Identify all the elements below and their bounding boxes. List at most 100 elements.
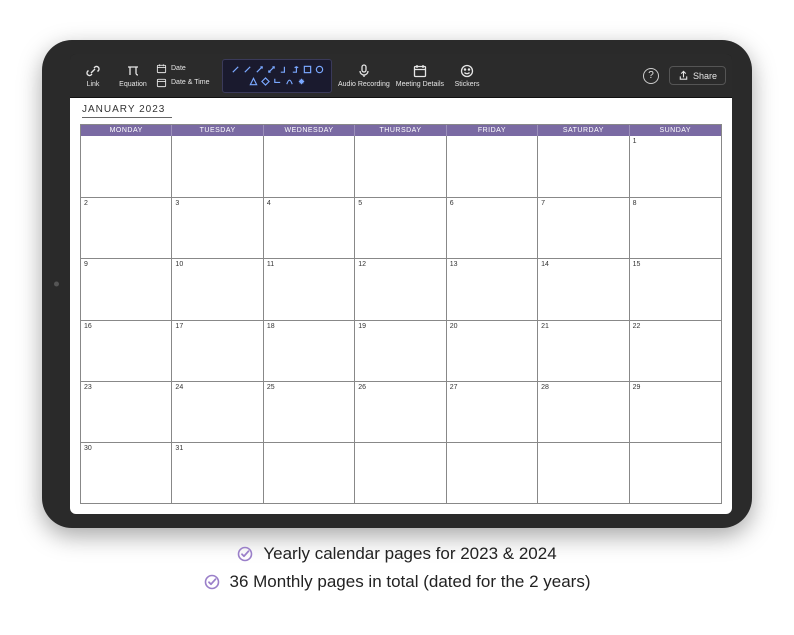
calendar-cell[interactable] [447, 136, 538, 197]
calendar-cell[interactable] [264, 442, 355, 503]
date-number: 19 [358, 323, 366, 330]
page-title: JANUARY 2023 [82, 104, 172, 118]
calendar-cell[interactable]: 21 [538, 320, 629, 381]
shape-line-icon [231, 65, 240, 74]
calendar-cell[interactable]: 11 [264, 258, 355, 319]
share-button[interactable]: Share [669, 66, 726, 85]
equation-label: Equation [119, 81, 147, 88]
calendar-cell[interactable]: 14 [538, 258, 629, 319]
date-time-button[interactable]: Date & Time [156, 77, 210, 88]
calendar: MONDAYTUESDAYWEDNESDAYTHURSDAYFRIDAYSATU… [80, 124, 722, 504]
calendar-cell[interactable] [447, 442, 538, 503]
date-number: 22 [633, 323, 641, 330]
calendar-cell[interactable]: 28 [538, 381, 629, 442]
calendar-cell[interactable]: 16 [81, 320, 172, 381]
date-number: 10 [175, 261, 183, 268]
audio-button[interactable]: Audio Recording [338, 54, 390, 97]
calendar-cell[interactable]: 24 [172, 381, 263, 442]
calendar-cell[interactable] [355, 136, 446, 197]
calendar-cell[interactable]: 2 [81, 197, 172, 258]
date-number: 31 [175, 445, 183, 452]
shape-rect-icon [303, 65, 312, 74]
date-number: 25 [267, 384, 275, 391]
date-number: 26 [358, 384, 366, 391]
shape-elbow-arrow-icon [291, 65, 300, 74]
calendar-cell[interactable]: 15 [630, 258, 721, 319]
calendar-cell[interactable]: 30 [81, 442, 172, 503]
calendar-cell[interactable]: 12 [355, 258, 446, 319]
help-button[interactable]: ? [643, 68, 659, 84]
share-icon [678, 70, 689, 81]
date-number: 2 [84, 200, 88, 207]
calendar-cell[interactable] [172, 136, 263, 197]
equation-button[interactable]: Equation [116, 54, 150, 97]
calendar-cell[interactable]: 1 [630, 136, 721, 197]
calendar-cell[interactable]: 23 [81, 381, 172, 442]
calendar-cell[interactable]: 17 [172, 320, 263, 381]
calendar-cell[interactable] [538, 136, 629, 197]
calendar-cell[interactable]: 26 [355, 381, 446, 442]
calendar-cell[interactable] [355, 442, 446, 503]
date-number: 14 [541, 261, 549, 268]
meeting-button[interactable]: Meeting Details [396, 54, 444, 97]
calendar-cell[interactable]: 4 [264, 197, 355, 258]
date-button[interactable]: Date [156, 63, 186, 74]
date-number: 16 [84, 323, 92, 330]
calendar-cell[interactable]: 7 [538, 197, 629, 258]
shape-arrow-icon [267, 65, 276, 74]
calendar-cell[interactable]: 31 [172, 442, 263, 503]
shapes-gallery[interactable] [222, 59, 332, 93]
link-button[interactable]: Link [76, 54, 110, 97]
calendar-cell[interactable]: 8 [630, 197, 721, 258]
calendar-cell[interactable]: 22 [630, 320, 721, 381]
app-screen: Link Equation Date Date & Time [70, 54, 732, 514]
shape-elbow-icon [279, 65, 288, 74]
feature-item: Yearly calendar pages for 2023 & 2024 [237, 544, 556, 564]
date-number: 3 [175, 200, 179, 207]
day-header: MONDAY [81, 125, 172, 136]
date-number: 12 [358, 261, 366, 268]
calendar-cell[interactable] [81, 136, 172, 197]
calendar-cell[interactable]: 25 [264, 381, 355, 442]
date-number: 17 [175, 323, 183, 330]
date-number: 23 [84, 384, 92, 391]
toolbar: Link Equation Date Date & Time [70, 54, 732, 98]
calendar-cell[interactable]: 13 [447, 258, 538, 319]
meeting-label: Meeting Details [396, 81, 444, 88]
calendar-grid: 1234567891011121314151617181920212223242… [81, 136, 721, 503]
pi-icon [125, 63, 141, 79]
date-stack: Date Date & Time [156, 54, 216, 97]
audio-label: Audio Recording [338, 81, 390, 88]
shape-curve-icon [285, 77, 294, 86]
date-number: 11 [267, 261, 274, 268]
smile-icon [459, 63, 475, 79]
link-label: Link [87, 81, 100, 88]
calendar-cell[interactable]: 29 [630, 381, 721, 442]
calendar-cell[interactable] [630, 442, 721, 503]
check-icon [237, 546, 253, 562]
calendar-cell[interactable] [264, 136, 355, 197]
calendar-cell[interactable]: 10 [172, 258, 263, 319]
calendar-cell[interactable] [538, 442, 629, 503]
calendar-cell[interactable]: 18 [264, 320, 355, 381]
calendar-cell[interactable]: 3 [172, 197, 263, 258]
calendar-cell[interactable]: 19 [355, 320, 446, 381]
calendar-cell[interactable]: 6 [447, 197, 538, 258]
shape-circle-icon [315, 65, 324, 74]
calendar-cell[interactable]: 5 [355, 197, 446, 258]
stickers-label: Stickers [455, 81, 480, 88]
calendar-cell[interactable]: 20 [447, 320, 538, 381]
shape-star-icon [297, 77, 306, 86]
help-icon: ? [648, 70, 654, 81]
date-number: 28 [541, 384, 549, 391]
calendar-cell[interactable]: 9 [81, 258, 172, 319]
calendar-icon [156, 63, 167, 74]
stickers-button[interactable]: Stickers [450, 54, 484, 97]
mic-icon [356, 63, 372, 79]
calendar-cell[interactable]: 27 [447, 381, 538, 442]
date-number: 20 [450, 323, 458, 330]
check-icon [204, 574, 220, 590]
link-icon [85, 63, 101, 79]
tablet-frame: Link Equation Date Date & Time [42, 40, 752, 528]
shape-triangle-icon [249, 77, 258, 86]
